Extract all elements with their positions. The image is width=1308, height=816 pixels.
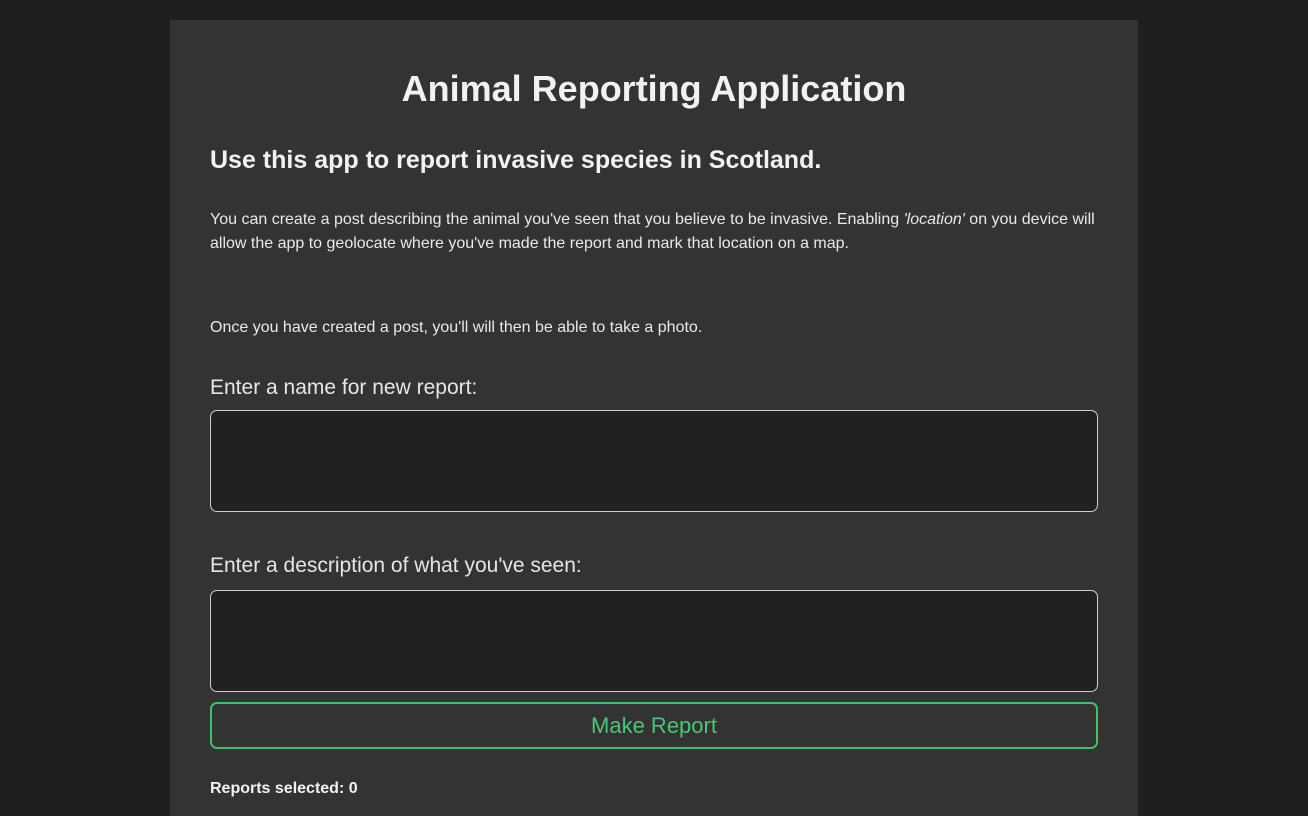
intro-text-part1: You can create a post describing the ani… xyxy=(210,211,904,228)
report-description-input[interactable] xyxy=(210,590,1098,692)
reports-selected-label: Reports selected: xyxy=(210,780,345,797)
page-title: Animal Reporting Application xyxy=(401,68,907,109)
intro-location-emphasis: 'location' xyxy=(903,211,965,228)
reports-selected-count: 0 xyxy=(348,780,358,797)
page-subtitle: Use this app to report invasive species … xyxy=(210,146,822,174)
main-card: Animal Reporting Application Use this ap… xyxy=(170,20,1138,816)
report-name-label: Enter a name for new report: xyxy=(210,376,478,399)
reports-selected-status: Reports selected: 0 xyxy=(210,780,358,798)
report-description-label: Enter a description of what you've seen: xyxy=(210,554,582,577)
make-report-button[interactable]: Make Report xyxy=(210,702,1098,749)
photo-note: Once you have created a post, you'll wil… xyxy=(210,319,703,336)
intro-paragraph: You can create a post describing the ani… xyxy=(210,208,1098,256)
report-name-input[interactable] xyxy=(210,410,1098,512)
